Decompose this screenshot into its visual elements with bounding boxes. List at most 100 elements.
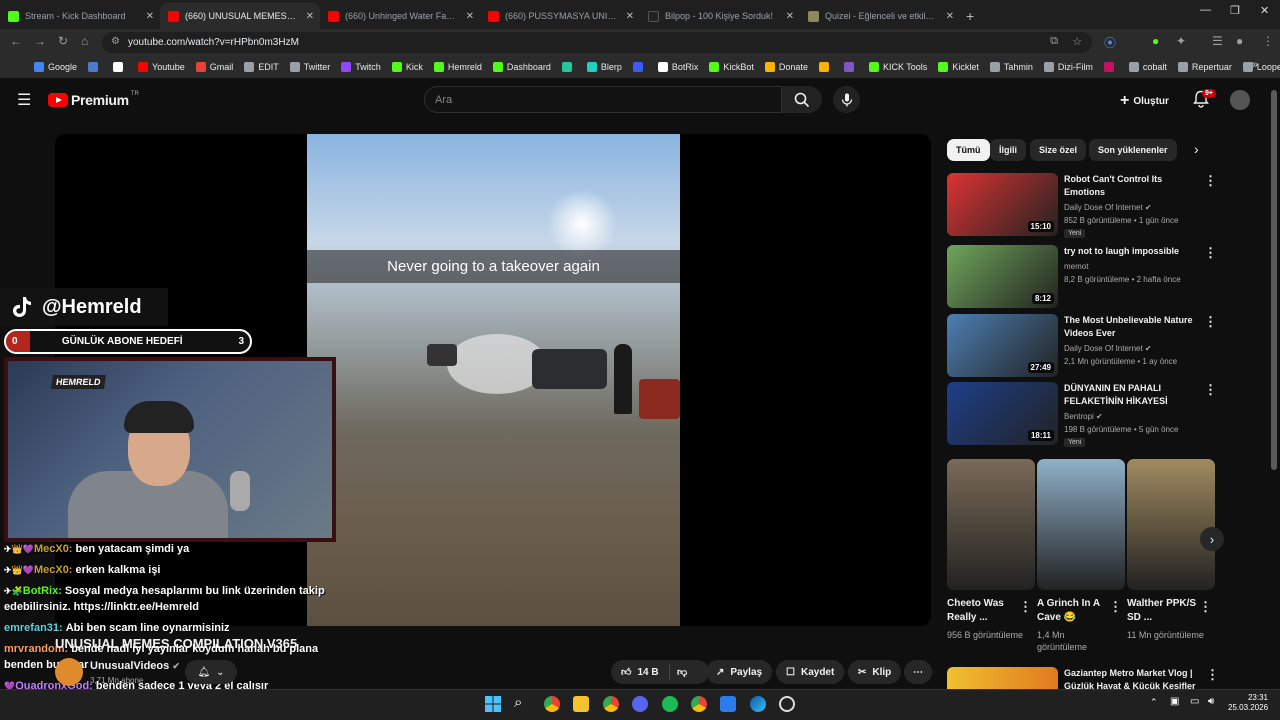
video-channel[interactable]: Daily Dose Of Internet ✔ (1064, 344, 1152, 353)
bookmark-item[interactable] (1103, 61, 1118, 72)
back-icon[interactable]: ← (10, 34, 22, 48)
more-vertical-icon[interactable]: ⋮ (1204, 173, 1217, 189)
video-thumbnail[interactable]: 15:10 (947, 173, 1058, 236)
bookmark-item[interactable]: Google (34, 61, 77, 72)
discord-icon[interactable] (632, 696, 648, 712)
chrome-icon[interactable] (691, 696, 707, 712)
chip-all[interactable]: Tümü (947, 139, 990, 161)
reload-icon[interactable]: ↻ (58, 34, 68, 48)
video-title[interactable]: Gaziantep Metro Market Vlog | Güzlük Hay… (1064, 667, 1204, 689)
install-icon[interactable]: ⧉ (1050, 35, 1058, 48)
browser-tab[interactable]: Bilpop - 100 Kişiye Sorduk! ✕ (640, 3, 800, 29)
video-channel[interactable]: Daily Dose Of Internet ✔ (1064, 203, 1152, 212)
shorts-next-button[interactable]: › (1200, 527, 1224, 551)
short-title[interactable]: Cheeto Was Really ... (947, 597, 1021, 625)
create-button[interactable]: + Oluştur (1120, 92, 1169, 110)
video-title[interactable]: The Most Unbelievable Nature Videos Ever (1064, 314, 1204, 340)
site-info-icon[interactable]: ⚙ (111, 36, 120, 47)
browser-tab[interactable]: (660) PUSSYMASYA UNIVERSITESI✕ (480, 3, 640, 29)
bookmark-star-icon[interactable]: ☆ (1072, 35, 1082, 48)
bookmark-item[interactable]: KickBot (709, 61, 754, 72)
taskbar-search-icon[interactable]: ⌕ (514, 694, 522, 711)
extension-icon[interactable]: ⦿ (1104, 34, 1116, 51)
recommended-video[interactable]: 27:49 The Most Unbelievable Nature Videos… (947, 314, 1227, 378)
close-icon[interactable]: ✕ (466, 11, 474, 22)
bookmark-item[interactable]: Youtube (138, 61, 185, 72)
video-thumbnail[interactable]: 27:49 (947, 314, 1058, 377)
close-window-icon[interactable]: ✕ (1260, 4, 1269, 17)
browser-tab[interactable]: (660) Unhinged Water Fails | F ✕ (320, 3, 480, 29)
like-icon[interactable]: 👍︎ (621, 666, 631, 678)
browser-tab-active[interactable]: (660) UNUSUAL MEMES COMPILATION✕ (160, 3, 320, 29)
bookmark-item[interactable]: Kicklet (938, 61, 979, 72)
forward-icon[interactable]: → (34, 34, 46, 48)
obs-icon[interactable] (779, 696, 795, 712)
close-icon[interactable]: ✕ (786, 11, 794, 22)
like-count[interactable]: 14 B (637, 667, 658, 678)
bookmark-item[interactable]: Gmail (195, 61, 233, 72)
bookmark-item[interactable]: Repertuar (1177, 61, 1232, 72)
edge-icon[interactable] (750, 696, 766, 712)
bookmark-item[interactable] (843, 61, 858, 72)
bookmark-item[interactable]: KICK Tools (868, 61, 927, 72)
bookmark-item[interactable]: Twitch (341, 61, 381, 72)
more-vertical-icon[interactable]: ⋮ (1019, 599, 1032, 615)
bookmark-item[interactable]: Twitter (289, 61, 330, 72)
home-icon[interactable]: ⌂ (81, 34, 88, 48)
bookmark-item[interactable]: cobalt (1128, 61, 1167, 72)
voice-search-button[interactable] (833, 86, 860, 113)
maximize-icon[interactable]: ❐ (1230, 4, 1240, 17)
search-input[interactable]: Ara (424, 86, 782, 113)
bookmark-item[interactable]: Hemreld (433, 61, 482, 72)
close-icon[interactable]: ✕ (626, 11, 634, 22)
short-title[interactable]: A Grinch In A Cave 😂 (1037, 597, 1111, 625)
video-thumbnail[interactable]: 18:11 (947, 382, 1058, 445)
close-icon[interactable]: ✕ (146, 11, 154, 22)
bookmark-item[interactable]: BotRix (657, 61, 698, 72)
file-explorer-icon[interactable] (573, 696, 589, 712)
bookmark-item[interactable]: Tahmin (989, 61, 1033, 72)
new-tab-button[interactable]: + (966, 3, 974, 29)
more-vertical-icon[interactable]: ⋮ (1204, 382, 1217, 398)
video-thumbnail[interactable]: 8:12 (947, 245, 1058, 308)
bookmark-item[interactable]: Donate (764, 61, 808, 72)
channel-name[interactable]: UnusualVideos ✔ (90, 660, 180, 672)
reading-list-icon[interactable]: ☰ (1212, 34, 1223, 48)
tray-chevron-icon[interactable]: ⌃ (1150, 697, 1158, 708)
extensions-puzzle-icon[interactable]: ✦ (1176, 34, 1186, 48)
spotify-icon[interactable] (662, 696, 678, 712)
chip-for-you[interactable]: Size özel (1030, 139, 1087, 161)
video-thumbnail[interactable] (947, 667, 1058, 689)
more-actions-button[interactable]: ⋯ (904, 660, 932, 684)
more-vertical-icon[interactable]: ⋮ (1199, 599, 1212, 615)
page-scrollbar[interactable] (1271, 90, 1277, 470)
bookmark-item[interactable]: Dashboard (492, 61, 551, 72)
recommended-video[interactable]: 8:12 try not to laugh impossible memot 8,2 … (947, 245, 1227, 309)
windows-start-icon[interactable] (485, 696, 501, 712)
chevron-right-icon[interactable]: › (1194, 141, 1199, 157)
bookmark-item[interactable] (88, 61, 102, 72)
url-input[interactable]: ⚙ youtube.com/watch?v=rHPbn0m3HzM ⧉ ☆ (102, 32, 1092, 53)
bookmark-item[interactable] (113, 61, 127, 72)
bookmark-item[interactable]: Kick (391, 61, 423, 72)
chip-related[interactable]: İlgili (990, 139, 1026, 161)
system-clock[interactable]: 23:31 25.03.2026 (1228, 693, 1268, 713)
chrome-icon[interactable] (603, 696, 619, 712)
bookmark-item[interactable]: EDIT (244, 61, 279, 72)
volume-icon[interactable]: 🔊︎ (1208, 696, 1214, 707)
short-title[interactable]: Walther PPK/S SD ... (1127, 597, 1201, 625)
bookmark-item[interactable]: Dizi-Film (1043, 61, 1093, 72)
search-button[interactable] (782, 86, 822, 113)
video-title[interactable]: try not to laugh impossible (1064, 245, 1204, 258)
chip-recent[interactable]: Son yüklenenler (1089, 139, 1177, 161)
more-vertical-icon[interactable]: ⋮ (1206, 667, 1219, 683)
bookmark-item[interactable] (632, 61, 647, 72)
short-thumbnail[interactable] (947, 459, 1035, 590)
more-bookmarks-icon[interactable]: » (1252, 59, 1258, 71)
chrome-icon[interactable] (544, 696, 560, 712)
share-button[interactable]: ↗ Paylaş (706, 660, 773, 684)
save-button[interactable]: ☐ Kaydet (776, 660, 845, 684)
browser-tab[interactable]: Stream - Kick Dashboard ✕ (0, 3, 160, 29)
video-channel[interactable]: memot (1064, 262, 1088, 271)
bookmark-item[interactable]: Looper (1242, 61, 1280, 72)
